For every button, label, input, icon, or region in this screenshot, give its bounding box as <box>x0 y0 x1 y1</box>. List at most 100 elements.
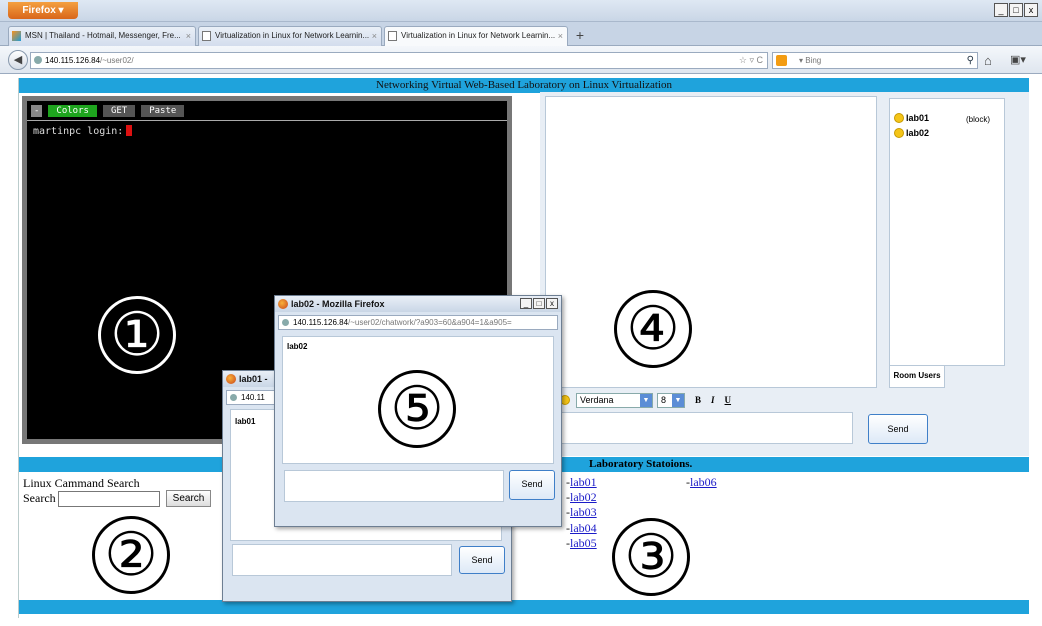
search-bar[interactable]: ▾ Bing ⚲ <box>772 52 978 69</box>
back-button[interactable]: ◀ <box>8 50 28 70</box>
popup-room-label: lab02 <box>287 342 308 351</box>
page-favicon-icon <box>202 31 211 41</box>
user-smiley-icon <box>894 128 904 138</box>
lab-link-text[interactable]: lab01 <box>570 475 597 489</box>
command-search-section: Linux Cammand Search Search Search <box>23 476 212 507</box>
msn-favicon-icon <box>12 31 21 41</box>
lab-link-text[interactable]: lab05 <box>570 536 597 550</box>
lab-station-link[interactable]: -lab04 <box>566 521 597 536</box>
tab-label: Virtualization in Linux for Network Lear… <box>401 31 556 40</box>
maximize-button[interactable]: □ <box>533 298 545 309</box>
user-block-tag: (block) <box>966 115 991 124</box>
lab-station-link[interactable]: -lab05 <box>566 536 597 551</box>
home-icon[interactable]: ⌂ <box>984 53 992 68</box>
site-identity-icon <box>282 319 289 326</box>
annotation-marker: ④ <box>614 290 692 368</box>
minimize-button[interactable]: _ <box>994 3 1008 17</box>
font-family-select[interactable]: Verdana ▼ <box>576 392 653 408</box>
popup-url-bar[interactable]: 140.115.126.84/~user02/chatwork/?a903=60… <box>278 315 558 330</box>
tab-label: Virtualization in Linux for Network Lear… <box>215 31 370 40</box>
italic-button[interactable]: I <box>711 395 715 405</box>
tab-virtualization-1[interactable]: Virtualization in Linux for Network Lear… <box>198 26 382 46</box>
popup-send-button[interactable]: Send <box>459 546 505 574</box>
url-host: 140.115.126.84 <box>45 56 101 65</box>
annotation-marker: ② <box>92 516 170 594</box>
tab-close-icon[interactable]: × <box>372 27 377 45</box>
chevron-down-icon: ▼ <box>640 393 652 407</box>
terminal-cursor <box>126 125 133 136</box>
popup-send-button[interactable]: Send <box>509 470 555 500</box>
annotation-marker: ⑤ <box>378 370 456 448</box>
url-bar[interactable]: 140.115.126.84/~user02/ ☆ ▿ C <box>30 52 768 69</box>
browser-titlebar: Firefox ▾ _ □ x <box>0 0 1042 22</box>
lab-station-link[interactable]: -lab06 <box>686 475 717 490</box>
annotation-marker: ① <box>98 296 176 374</box>
new-tab-button[interactable]: + <box>570 27 590 45</box>
popup-titlebar: lab02 - Mozilla Firefox _ □ x <box>275 296 561 312</box>
command-search-input[interactable] <box>57 490 160 507</box>
maximize-button[interactable]: □ <box>1009 3 1023 17</box>
command-search-button[interactable]: Search <box>165 490 212 507</box>
paste-button[interactable]: Paste <box>141 105 185 117</box>
user-item-lab02[interactable]: lab02 <box>894 128 929 138</box>
get-button[interactable]: GET <box>102 105 136 117</box>
url-path: /~user02/chatwork/?a903=60&a904=1&a905= <box>348 318 512 327</box>
tab-msn[interactable]: MSN | Thailand - Hotmail, Messenger, Fre… <box>8 26 196 46</box>
url-host: 140.11 <box>241 393 265 402</box>
command-search-title: Linux Cammand Search <box>23 476 140 490</box>
lab-station-link[interactable]: -lab02 <box>566 490 597 505</box>
window-controls: _ □ x <box>994 3 1038 17</box>
lab-link-text[interactable]: lab03 <box>570 505 597 519</box>
colors-button[interactable]: Colors <box>48 105 97 117</box>
user-item-lab01[interactable]: lab01 <box>894 113 929 123</box>
lab-link-text[interactable]: lab04 <box>570 521 597 535</box>
bookmarks-menu-icon[interactable]: ▣▾ <box>1010 53 1032 66</box>
terminal-dash-button[interactable]: - <box>31 105 43 117</box>
user-name: lab01 <box>906 113 930 123</box>
nav-bar: ◀ 140.115.126.84/~user02/ ☆ ▿ C ▾ Bing ⚲… <box>0 46 1042 74</box>
room-users-list: lab01 (block) lab02 <box>889 98 1005 366</box>
popup-window-controls: _ □ x <box>520 298 558 309</box>
site-identity-icon[interactable] <box>34 56 42 64</box>
firefox-logo-icon <box>278 299 288 309</box>
url-host: 140.115.126.84 <box>293 318 349 327</box>
chat-send-button[interactable]: Send <box>868 414 928 444</box>
chevron-down-icon: ▼ <box>672 393 684 407</box>
lab-link-text[interactable]: lab02 <box>570 490 597 504</box>
site-identity-icon <box>230 394 237 401</box>
page-banner: Networking Virtual Web-Based Laboratory … <box>19 78 1029 93</box>
firefox-logo-icon <box>226 374 236 384</box>
user-name: lab02 <box>906 128 930 138</box>
lab-station-link[interactable]: -lab01 <box>566 475 597 490</box>
popup-message-input[interactable] <box>232 544 452 576</box>
chat-message-input[interactable] <box>545 412 853 444</box>
terminal-prompt: martinpc login: <box>33 126 124 137</box>
search-icon[interactable]: ⚲ <box>967 53 974 68</box>
bing-engine-icon[interactable] <box>776 55 787 66</box>
minimize-button[interactable]: _ <box>520 298 532 309</box>
close-button[interactable]: x <box>546 298 558 309</box>
popup-room-label: lab01 <box>235 417 256 426</box>
lab-stations-title: Laboratory Statoions. <box>589 458 693 470</box>
tab-label: MSN | Thailand - Hotmail, Messenger, Fre… <box>25 31 181 40</box>
chat-messages-area <box>545 96 877 388</box>
url-bar-actions[interactable]: ☆ ▿ C <box>739 53 763 68</box>
font-size-select[interactable]: 8 ▼ <box>657 392 685 408</box>
popup-title: lab01 - <box>239 374 268 384</box>
tab-virtualization-2[interactable]: Virtualization in Linux for Network Lear… <box>384 26 568 46</box>
tab-close-icon[interactable]: × <box>558 27 563 45</box>
bold-button[interactable]: B <box>695 395 701 405</box>
search-label: Search <box>23 491 56 505</box>
lab-link-text[interactable]: lab06 <box>690 475 717 489</box>
firefox-menu-button[interactable]: Firefox ▾ <box>8 2 78 19</box>
lab-station-link[interactable]: -lab03 <box>566 505 597 520</box>
underline-button[interactable]: U <box>725 395 732 405</box>
tab-room-users[interactable]: Room Users <box>889 366 945 388</box>
command-search-row: Search Search <box>23 490 212 507</box>
terminal-toolbar: - Colors GET Paste <box>31 105 185 117</box>
close-button[interactable]: x <box>1024 3 1038 17</box>
chat-format-toolbar: Verdana ▼ 8 ▼ B I U <box>560 391 731 409</box>
popup-message-input[interactable] <box>284 470 504 502</box>
url-path: /~user02/ <box>100 56 134 65</box>
tab-close-icon[interactable]: × <box>186 27 191 45</box>
